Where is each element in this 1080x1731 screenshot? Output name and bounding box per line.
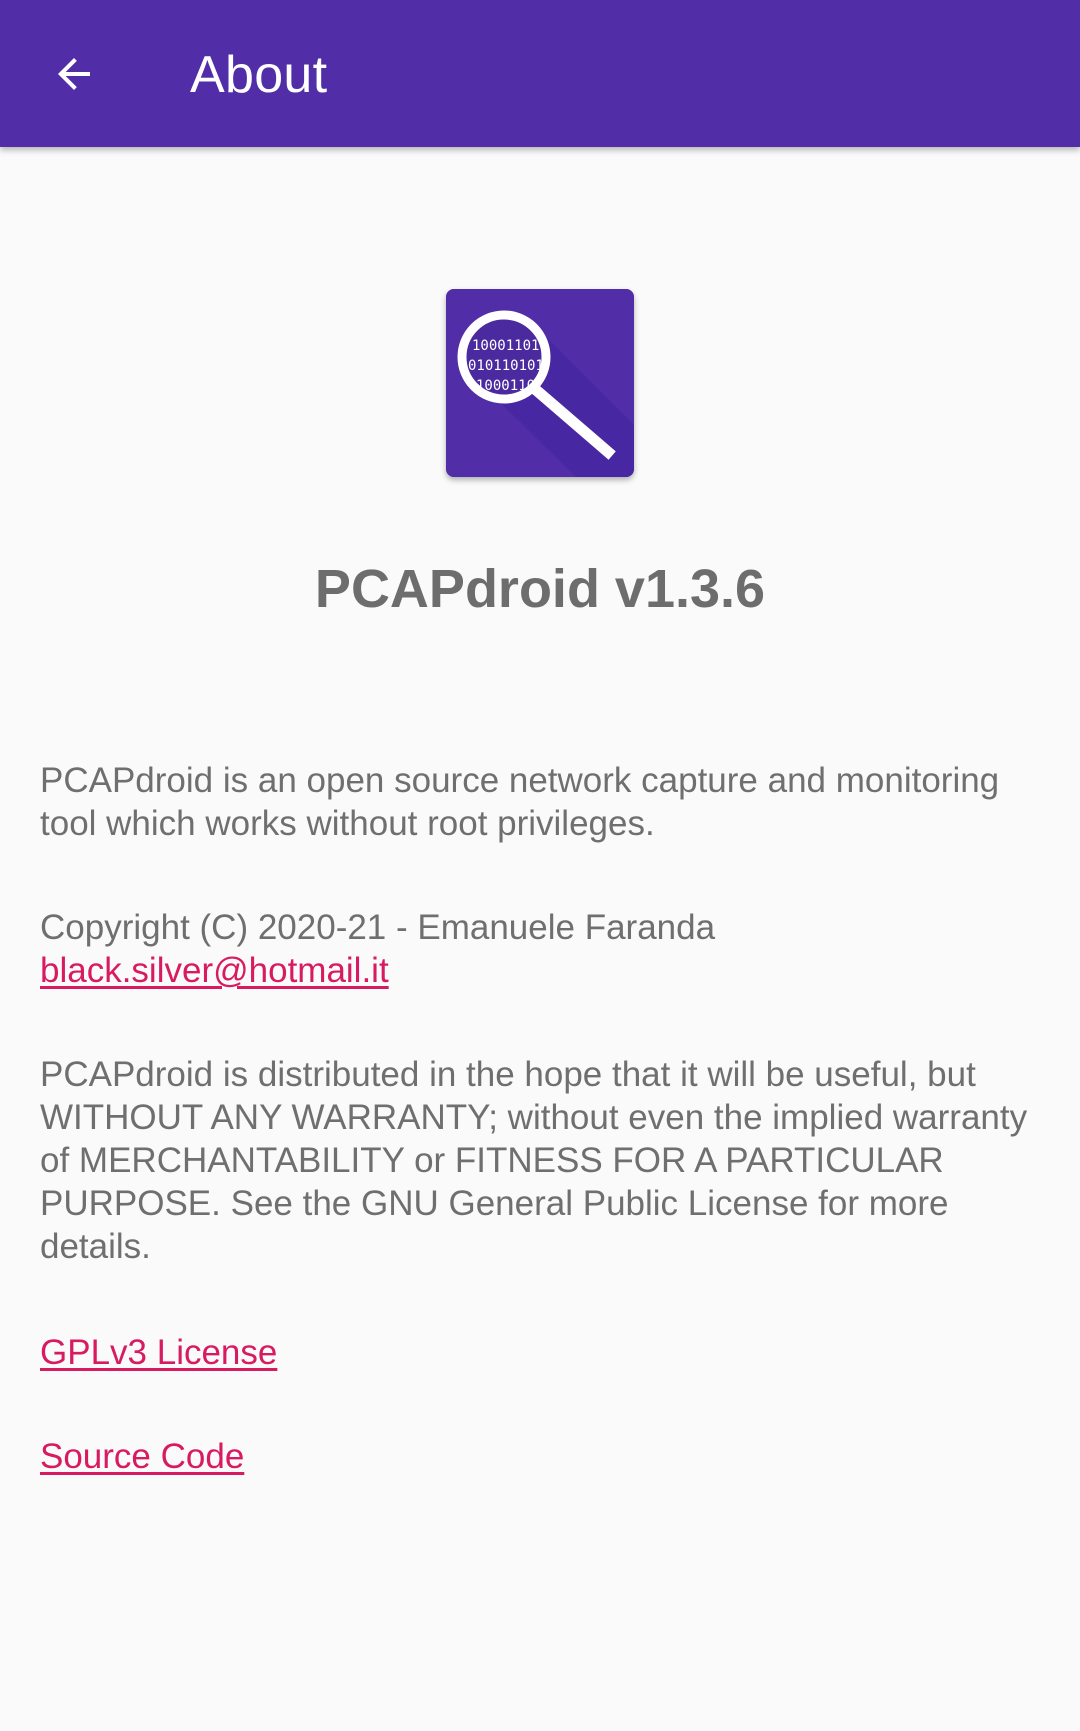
about-content[interactable]: 10001101 010110101 1000110 PCAPdroid v1.…	[0, 147, 1080, 1731]
license-block: GPLv3 License	[40, 1331, 1050, 1374]
app-description: PCAPdroid is an open source network capt…	[40, 761, 1000, 843]
app-logo: 10001101 010110101 1000110	[446, 289, 634, 477]
app-name-version: PCAPdroid v1.3.6	[314, 559, 766, 619]
warranty-notice: PCAPdroid is distributed in the hope tha…	[40, 1055, 1028, 1266]
binary-line-1: 10001101	[472, 338, 539, 354]
author-email-link[interactable]: black.silver@hotmail.it	[40, 949, 1050, 992]
copyright-text: Copyright (C) 2020-21 - Emanuele Faranda	[40, 908, 716, 947]
page-title: About	[190, 46, 328, 104]
source-block: Source Code	[40, 1435, 1050, 1478]
magnifier-binary-icon: 10001101 010110101 1000110	[446, 289, 634, 477]
source-code-link[interactable]: Source Code	[40, 1437, 244, 1476]
back-button[interactable]	[30, 30, 118, 118]
arrow-back-icon	[58, 58, 90, 90]
gplv3-license-link[interactable]: GPLv3 License	[40, 1333, 277, 1372]
binary-line-2: 010110101	[468, 358, 544, 374]
copyright-block: Copyright (C) 2020-21 - Emanuele Faranda…	[40, 906, 1050, 992]
app-bar: About	[0, 0, 1080, 147]
